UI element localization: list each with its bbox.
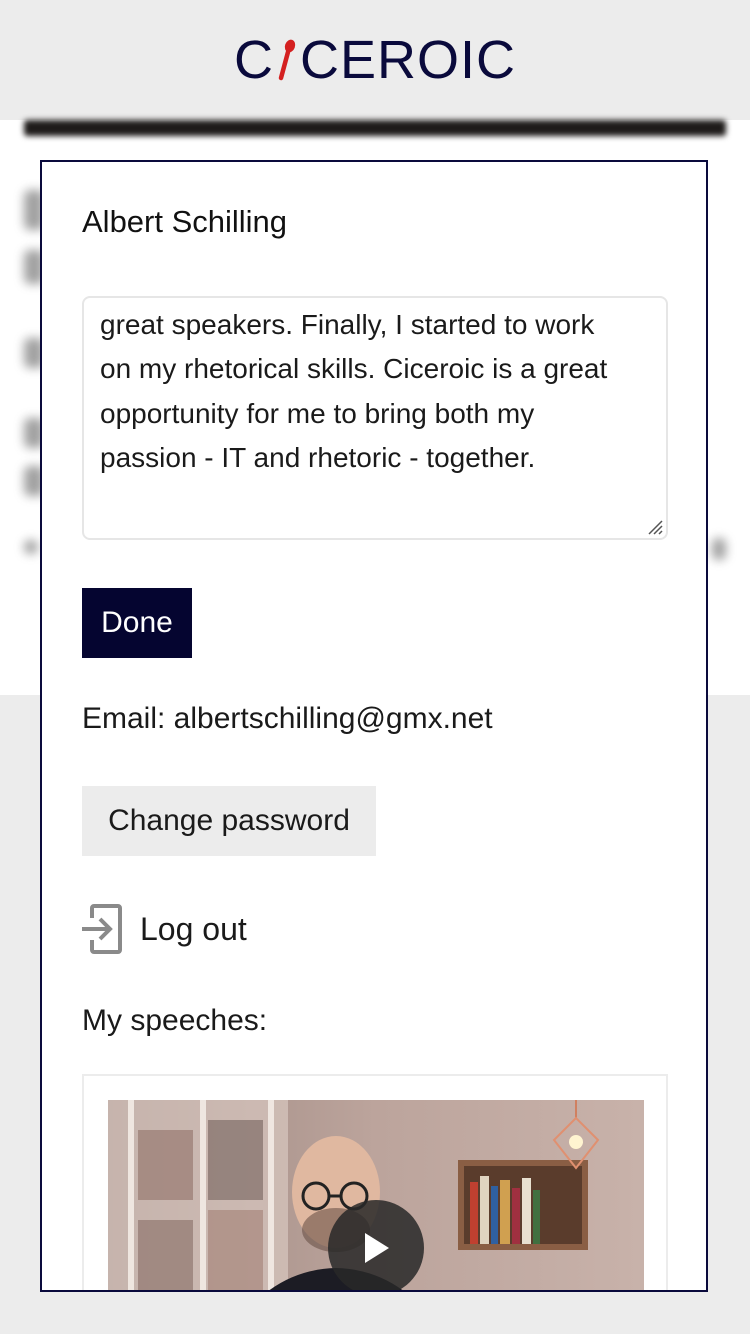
bio-line: on my rhetorical skills. Ciceroic is a g… [100, 353, 608, 384]
my-speeches-label: My speeches: [82, 1004, 268, 1037]
background-blur [24, 540, 38, 554]
speech-video-thumbnail[interactable] [108, 1100, 644, 1290]
ciceroic-logo[interactable]: C CEROIC [234, 29, 516, 91]
bio-line: great speakers. Finally, I started to wo… [100, 308, 595, 340]
play-icon [365, 1233, 389, 1263]
done-button[interactable]: Done [82, 588, 192, 658]
profile-name: Albert Schilling [82, 204, 288, 239]
app-header: C CEROIC [0, 0, 750, 120]
logout-icon [82, 904, 122, 954]
bio-textarea[interactable]: ​ great speakers. Finally, I started to … [82, 296, 668, 540]
background-image-strip [24, 120, 726, 136]
bio-line: passion - IT and rhetoric - together. [100, 442, 536, 473]
play-button[interactable] [328, 1200, 424, 1290]
resize-handle-icon[interactable] [646, 518, 664, 536]
change-password-button[interactable]: Change password [82, 786, 376, 856]
microphone-icon [278, 39, 296, 81]
bio-line: opportunity for me to bring both my [100, 397, 535, 429]
profile-modal: Albert Schilling ​ great speakers. Final… [40, 160, 708, 1292]
speech-card[interactable] [82, 1074, 668, 1290]
logo-text-left: C [233, 30, 274, 90]
logo-text-right: CEROIC [299, 30, 516, 90]
bio-text: ​ great speakers. Finally, I started to … [100, 298, 650, 481]
background-blur [712, 538, 726, 560]
logout-link[interactable]: Log out [82, 904, 247, 954]
email-text: Email: albertschilling@gmx.net [82, 702, 493, 735]
logout-label: Log out [140, 910, 247, 947]
